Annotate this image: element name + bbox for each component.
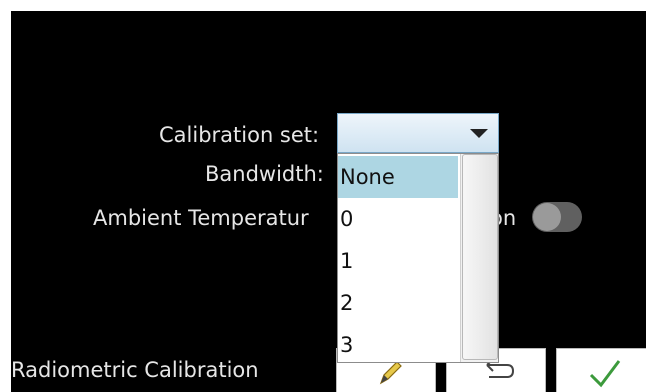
option-3[interactable]: 3 [338, 324, 458, 362]
calibration-set-select[interactable] [337, 113, 499, 153]
checkmark-icon [589, 360, 621, 388]
ambient-temperature-label: Ambient Temperatur [93, 206, 309, 230]
option-0[interactable]: 0 [338, 198, 458, 240]
option-1[interactable]: 1 [338, 240, 458, 282]
toggle-knob [533, 203, 561, 231]
ambient-temperature-toggle[interactable] [532, 202, 582, 232]
page-title: Radiometric Calibration [11, 358, 259, 382]
option-2[interactable]: 2 [338, 282, 458, 324]
scrollbar-thumb[interactable] [462, 154, 498, 360]
dropdown-scrollbar[interactable] [460, 154, 498, 362]
bandwidth-label: Bandwidth: [205, 162, 324, 186]
chevron-down-icon [470, 129, 488, 138]
option-none[interactable]: None [338, 156, 458, 198]
confirm-button[interactable] [556, 348, 646, 392]
calibration-set-options[interactable]: None 0 1 2 3 [337, 153, 499, 363]
calibration-set-label: Calibration set: [159, 123, 320, 147]
app-screen: Calibration set: Bandwidth: Ambient Temp… [11, 11, 646, 392]
